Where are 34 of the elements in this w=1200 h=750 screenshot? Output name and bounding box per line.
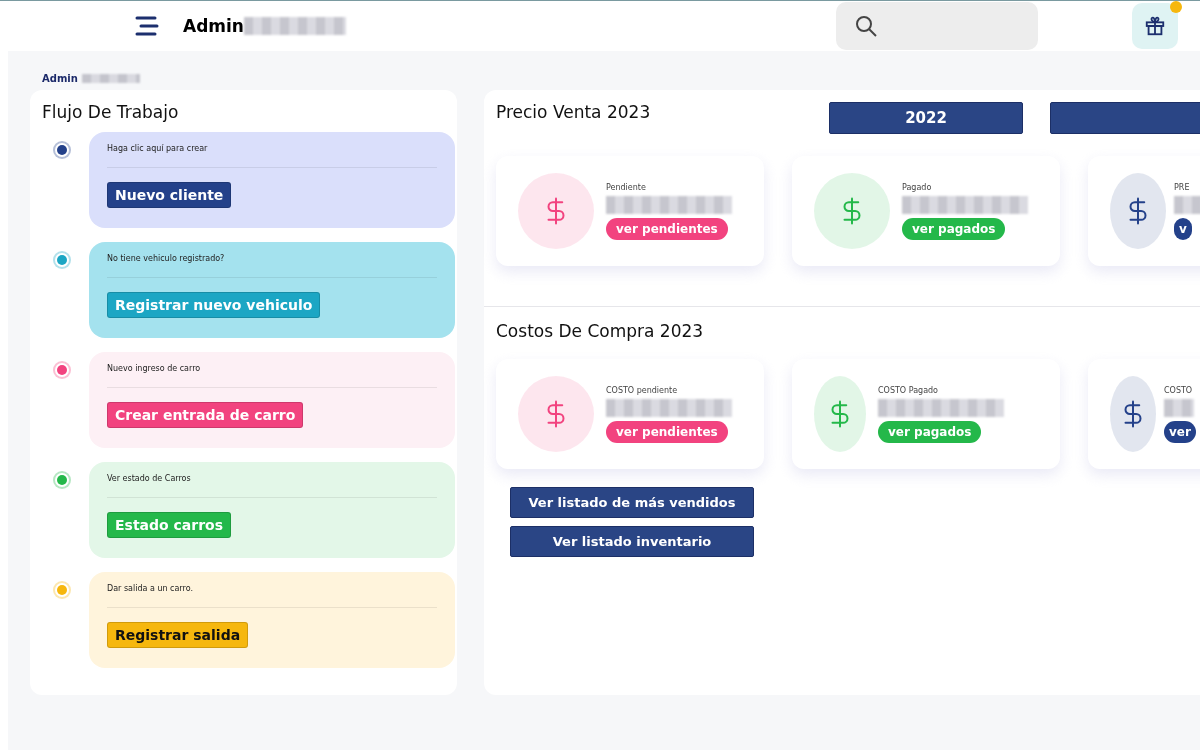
stat-button[interactable]: ver pendientes [606, 420, 728, 443]
step-button[interactable]: Registrar salida [107, 622, 249, 648]
section-title: Precio Venta 2023 [496, 102, 651, 122]
step-text: Haga clic aquí para crear [107, 144, 209, 153]
blurred-text [81, 74, 140, 83]
step-text: Nuevo ingreso de carro [107, 364, 202, 373]
menu-icon[interactable] [135, 16, 159, 36]
workflow-title: Flujo De Trabajo [42, 102, 180, 122]
stat-label: Pagado [902, 182, 933, 192]
list-button[interactable]: Ver listado de más vendidos [510, 487, 754, 518]
step-text: Dar salida a un carro. [107, 584, 194, 593]
blurred-text [1164, 398, 1194, 417]
stat-label: COSTO pendiente [606, 385, 679, 395]
section-title: Costos De Compra 2023 [496, 321, 704, 341]
stat-label: PRE [1174, 182, 1191, 192]
app-title: Admin [183, 16, 244, 36]
step-button[interactable]: Nuevo cliente [107, 182, 232, 208]
list-button[interactable]: Ver listado inventario [510, 526, 754, 557]
breadcrumb[interactable]: Admin [42, 73, 78, 84]
stat-label: Pendiente [606, 182, 647, 192]
search-field[interactable] [836, 2, 1038, 50]
stat-label: COSTO [1164, 385, 1194, 395]
stat-label: COSTO Pagado [878, 385, 939, 395]
stat-button[interactable]: v [1174, 217, 1192, 240]
step-text: Ver estado de Carros [107, 474, 192, 483]
stat-button[interactable]: ver pendientes [606, 217, 728, 240]
step-button[interactable]: Crear entrada de carro [107, 402, 304, 428]
year-button[interactable]: 2022 [829, 102, 1023, 134]
stat-button[interactable]: ver [1164, 420, 1196, 443]
gift-icon [1144, 15, 1166, 37]
blurred-text [1174, 195, 1200, 214]
search-icon [854, 14, 878, 38]
step-text: No tiene vehiculo registrado? [107, 254, 226, 263]
notification-dot [1170, 1, 1182, 13]
